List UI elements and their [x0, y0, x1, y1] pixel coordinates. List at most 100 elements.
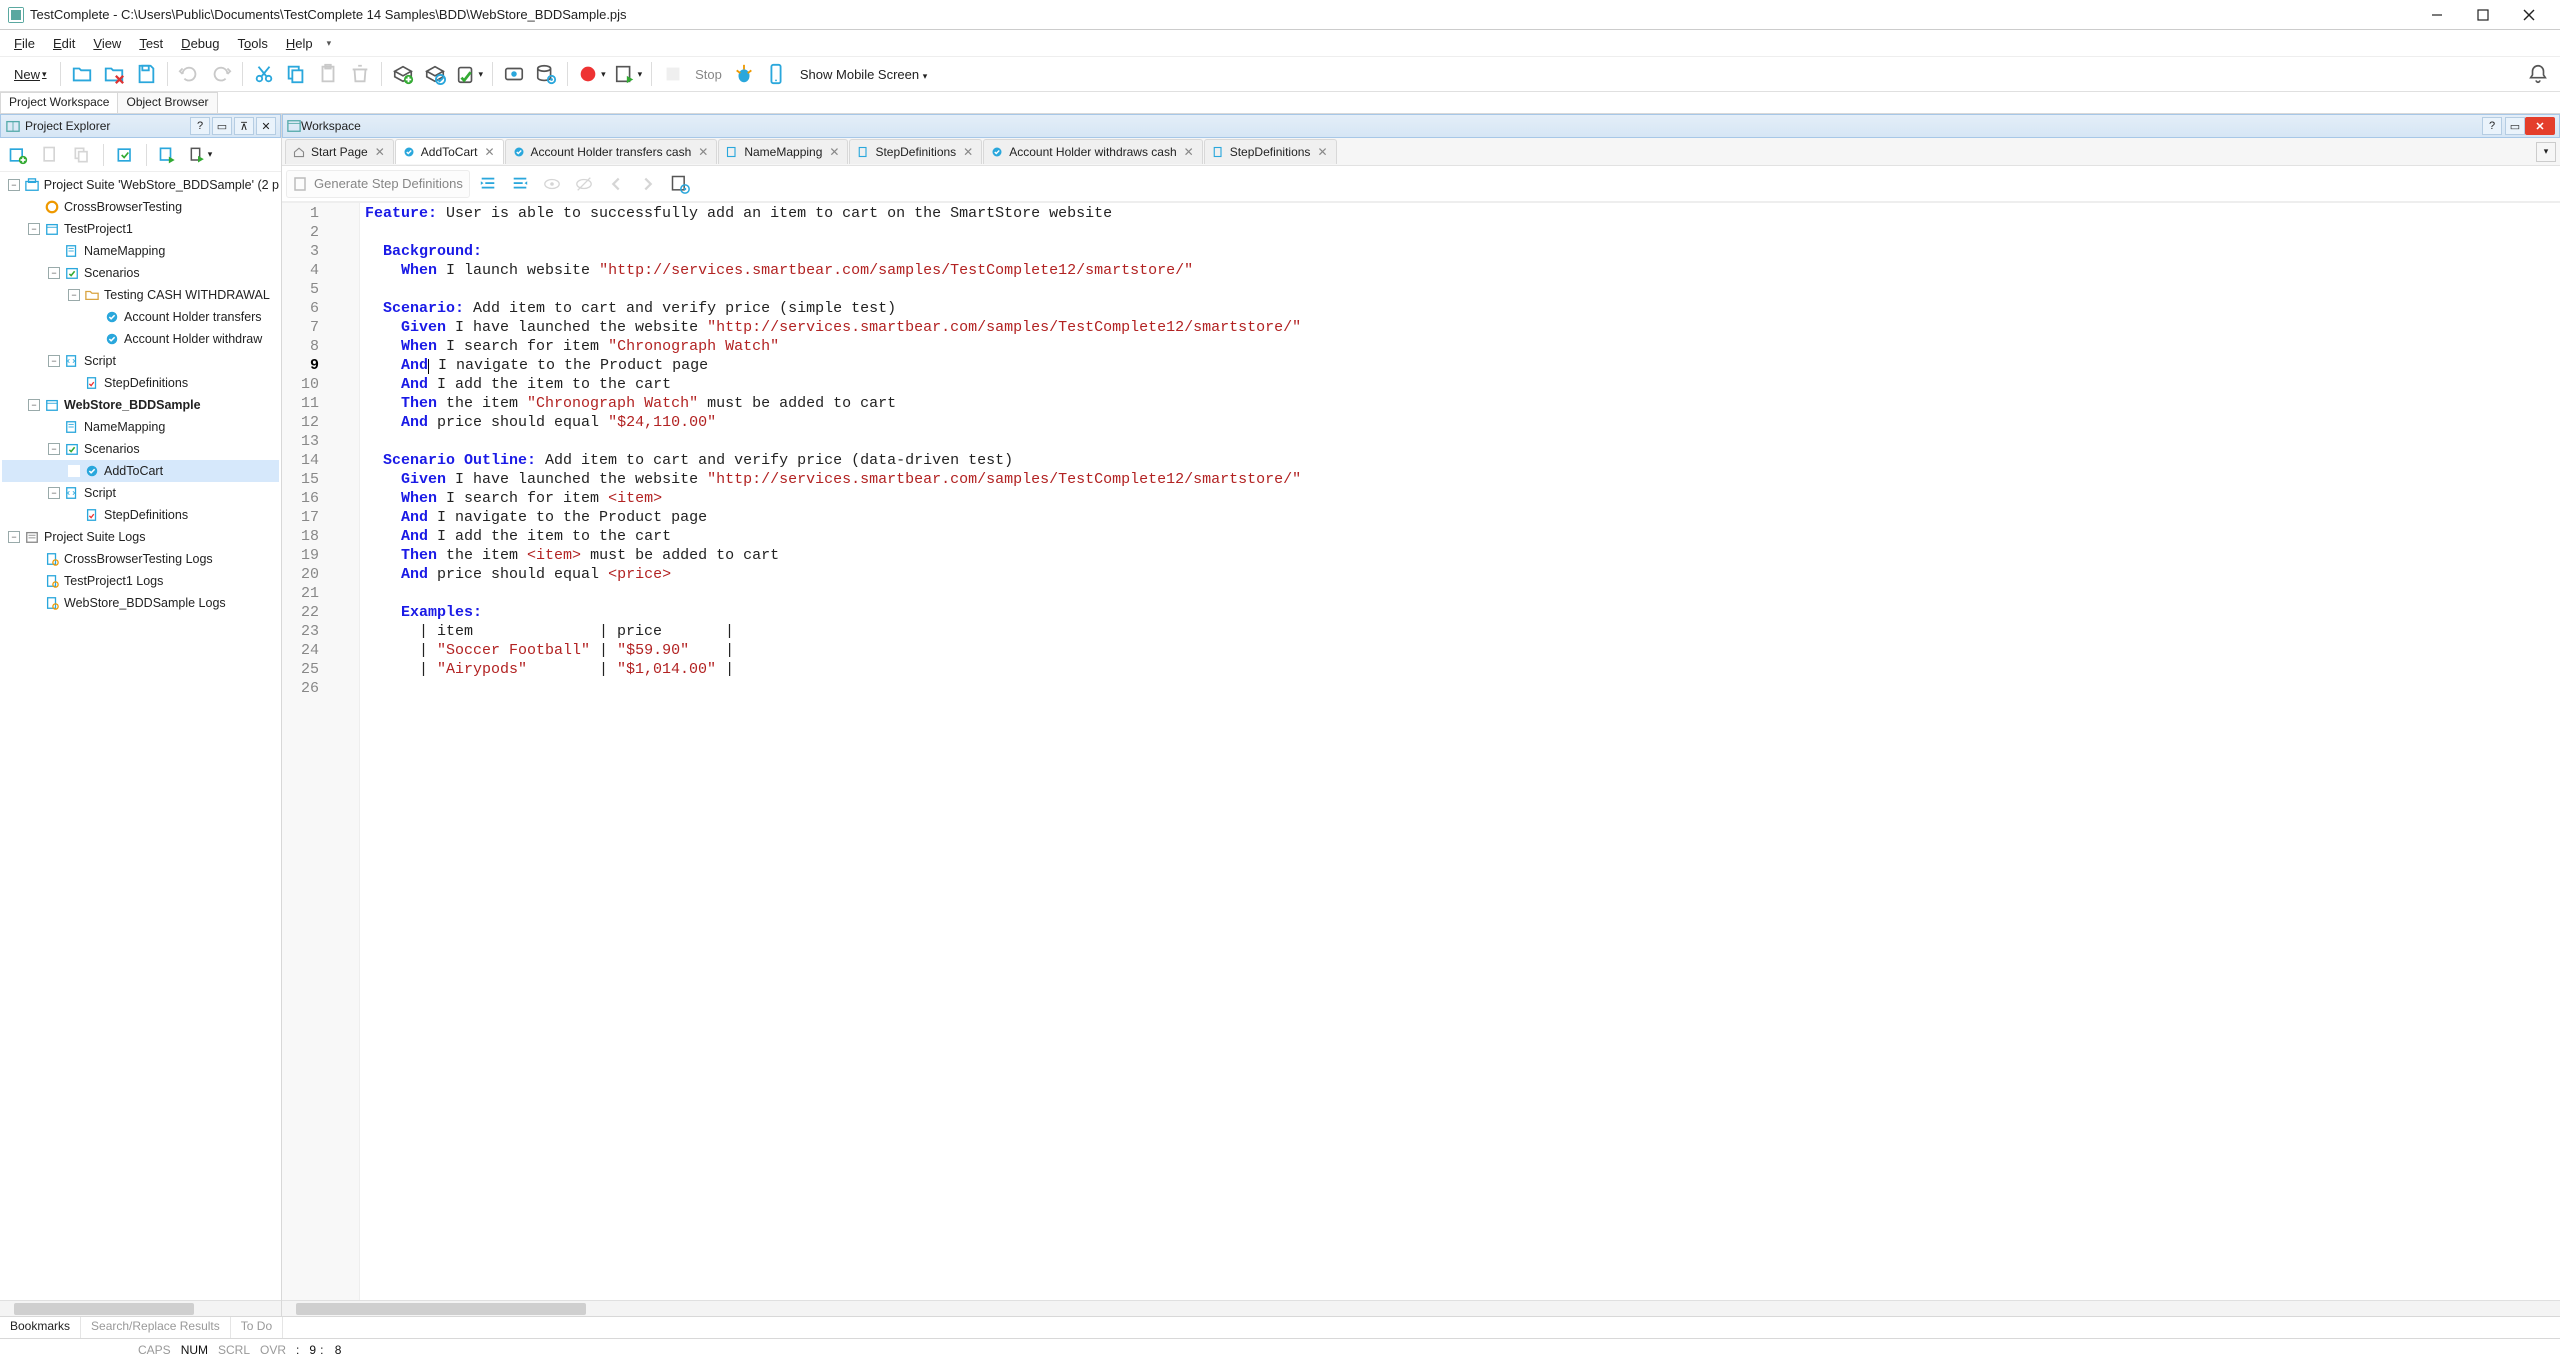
tree-item[interactable]: Account Holder transfers	[2, 306, 279, 328]
collapse-icon[interactable]: −	[28, 399, 40, 411]
show-hidden-button[interactable]	[538, 170, 566, 198]
outdent-button[interactable]	[506, 170, 534, 198]
record-button[interactable]: ▾	[575, 60, 608, 88]
save-all-button[interactable]	[132, 60, 160, 88]
undo-button[interactable]	[175, 60, 203, 88]
file-tab-close-icon[interactable]: ✕	[696, 145, 710, 159]
tab-todo[interactable]: To Do	[231, 1317, 283, 1338]
new-item-button[interactable]	[36, 141, 64, 169]
tree-item[interactable]: WebStore_BDDSample Logs	[2, 592, 279, 614]
nav-forward-button[interactable]	[634, 170, 662, 198]
file-tab[interactable]: StepDefinitions✕	[849, 139, 982, 164]
help-icon[interactable]: ?	[2482, 117, 2502, 135]
clone-item-button[interactable]	[68, 141, 96, 169]
panel-close-icon[interactable]: ✕	[256, 117, 276, 135]
tree-item[interactable]: −Scenarios	[2, 438, 279, 460]
minimize-button[interactable]	[2414, 0, 2460, 30]
file-tab-close-icon[interactable]: ✕	[827, 145, 841, 159]
restore-icon[interactable]: ▭	[2505, 117, 2525, 135]
tree-item[interactable]: AddToCart	[2, 460, 279, 482]
redo-button[interactable]	[207, 60, 235, 88]
menu-file[interactable]: File	[6, 34, 43, 53]
menu-tools[interactable]: Tools	[229, 34, 275, 53]
debug-button[interactable]	[730, 60, 758, 88]
paste-button[interactable]	[314, 60, 342, 88]
tree-item[interactable]: −Script	[2, 482, 279, 504]
tree-item[interactable]: CrossBrowserTesting Logs	[2, 548, 279, 570]
menu-view[interactable]: View	[85, 34, 129, 53]
tree-item[interactable]: TestProject1 Logs	[2, 570, 279, 592]
code-area[interactable]: Feature: User is able to successfully ad…	[360, 203, 2560, 1300]
copy-button[interactable]	[282, 60, 310, 88]
delete-button[interactable]	[346, 60, 374, 88]
maximize-button[interactable]	[2460, 0, 2506, 30]
tree-item[interactable]: StepDefinitions	[2, 372, 279, 394]
tree-item[interactable]: −TestProject1	[2, 218, 279, 240]
tree-item[interactable]: NameMapping	[2, 240, 279, 262]
show-mobile-button[interactable]: Show Mobile Screen ▾	[794, 67, 933, 82]
collapse-icon[interactable]: −	[68, 289, 80, 301]
menu-debug[interactable]: Debug	[173, 34, 227, 53]
refresh-button[interactable]	[111, 141, 139, 169]
file-tab[interactable]: Start Page✕	[285, 139, 394, 164]
help-icon[interactable]: ?	[190, 117, 210, 135]
editor-settings-button[interactable]	[666, 170, 694, 198]
db-capture-button[interactable]	[500, 60, 528, 88]
workspace-close-icon[interactable]: ✕	[2525, 117, 2555, 135]
collapse-icon[interactable]: −	[48, 355, 60, 367]
run-item-button[interactable]: ▾	[186, 141, 214, 169]
indent-button[interactable]	[474, 170, 502, 198]
horizontal-scrollbar[interactable]	[0, 1300, 281, 1316]
sync-button[interactable]	[421, 60, 449, 88]
stop-button[interactable]: Stop	[691, 60, 726, 88]
tree-item[interactable]: −Project Suite 'WebStore_BDDSample' (2 p	[2, 174, 279, 196]
file-tab-close-icon[interactable]: ✕	[1182, 145, 1196, 159]
toggle-visibility-button[interactable]	[570, 170, 598, 198]
tab-object-browser[interactable]: Object Browser	[117, 92, 217, 113]
tree-item[interactable]: CrossBrowserTesting	[2, 196, 279, 218]
file-tab[interactable]: StepDefinitions✕	[1204, 139, 1337, 164]
close-button[interactable]	[2506, 0, 2552, 30]
tree-item[interactable]: −Script	[2, 350, 279, 372]
menu-help[interactable]: Help	[278, 34, 321, 53]
tree-item[interactable]: Account Holder withdraw	[2, 328, 279, 350]
menu-overflow-icon[interactable]: ▾	[327, 38, 332, 49]
notifications-icon[interactable]	[2524, 60, 2552, 88]
cut-button[interactable]	[250, 60, 278, 88]
pin-icon[interactable]: ⊼	[234, 117, 254, 135]
menu-edit[interactable]: Edit	[45, 34, 83, 53]
new-button[interactable]: New▾	[8, 60, 53, 88]
tree-item[interactable]: −Scenarios	[2, 262, 279, 284]
tree-item[interactable]: NameMapping	[2, 416, 279, 438]
file-tab[interactable]: Account Holder withdraws cash✕	[983, 139, 1202, 164]
project-tree[interactable]: −Project Suite 'WebStore_BDDSample' (2 p…	[0, 172, 281, 1300]
open-button[interactable]	[68, 60, 96, 88]
file-tab-close-icon[interactable]: ✕	[373, 145, 387, 159]
collapse-icon[interactable]: −	[8, 531, 20, 543]
verify-button[interactable]: ▾	[453, 60, 486, 88]
horizontal-scrollbar[interactable]	[282, 1300, 2560, 1316]
nav-back-button[interactable]	[602, 170, 630, 198]
add-project-button[interactable]	[4, 141, 32, 169]
file-tab[interactable]: Account Holder transfers cash✕	[505, 139, 718, 164]
file-tab[interactable]: AddToCart✕	[395, 139, 504, 164]
db-settings-button[interactable]	[532, 60, 560, 88]
code-editor[interactable]: 1234567891011121314151617181920212223242…	[282, 202, 2560, 1300]
collapse-icon[interactable]: −	[48, 487, 60, 499]
collapse-icon[interactable]: −	[48, 443, 60, 455]
run-button[interactable]: ▾	[612, 60, 645, 88]
run-project-button[interactable]	[154, 141, 182, 169]
collapse-icon[interactable]: −	[8, 179, 20, 191]
menu-test[interactable]: Test	[131, 34, 171, 53]
close-project-button[interactable]	[100, 60, 128, 88]
mobile-button[interactable]	[762, 60, 790, 88]
tab-project-workspace[interactable]: Project Workspace	[0, 92, 118, 113]
file-tab-close-icon[interactable]: ✕	[1315, 145, 1329, 159]
file-tab-close-icon[interactable]: ✕	[961, 145, 975, 159]
file-tab[interactable]: NameMapping✕	[718, 139, 848, 164]
collapse-icon[interactable]: −	[48, 267, 60, 279]
tab-search-replace[interactable]: Search/Replace Results	[81, 1317, 231, 1338]
restore-icon[interactable]: ▭	[212, 117, 232, 135]
tree-item[interactable]: −WebStore_BDDSample	[2, 394, 279, 416]
tab-bookmarks[interactable]: Bookmarks	[0, 1317, 81, 1338]
